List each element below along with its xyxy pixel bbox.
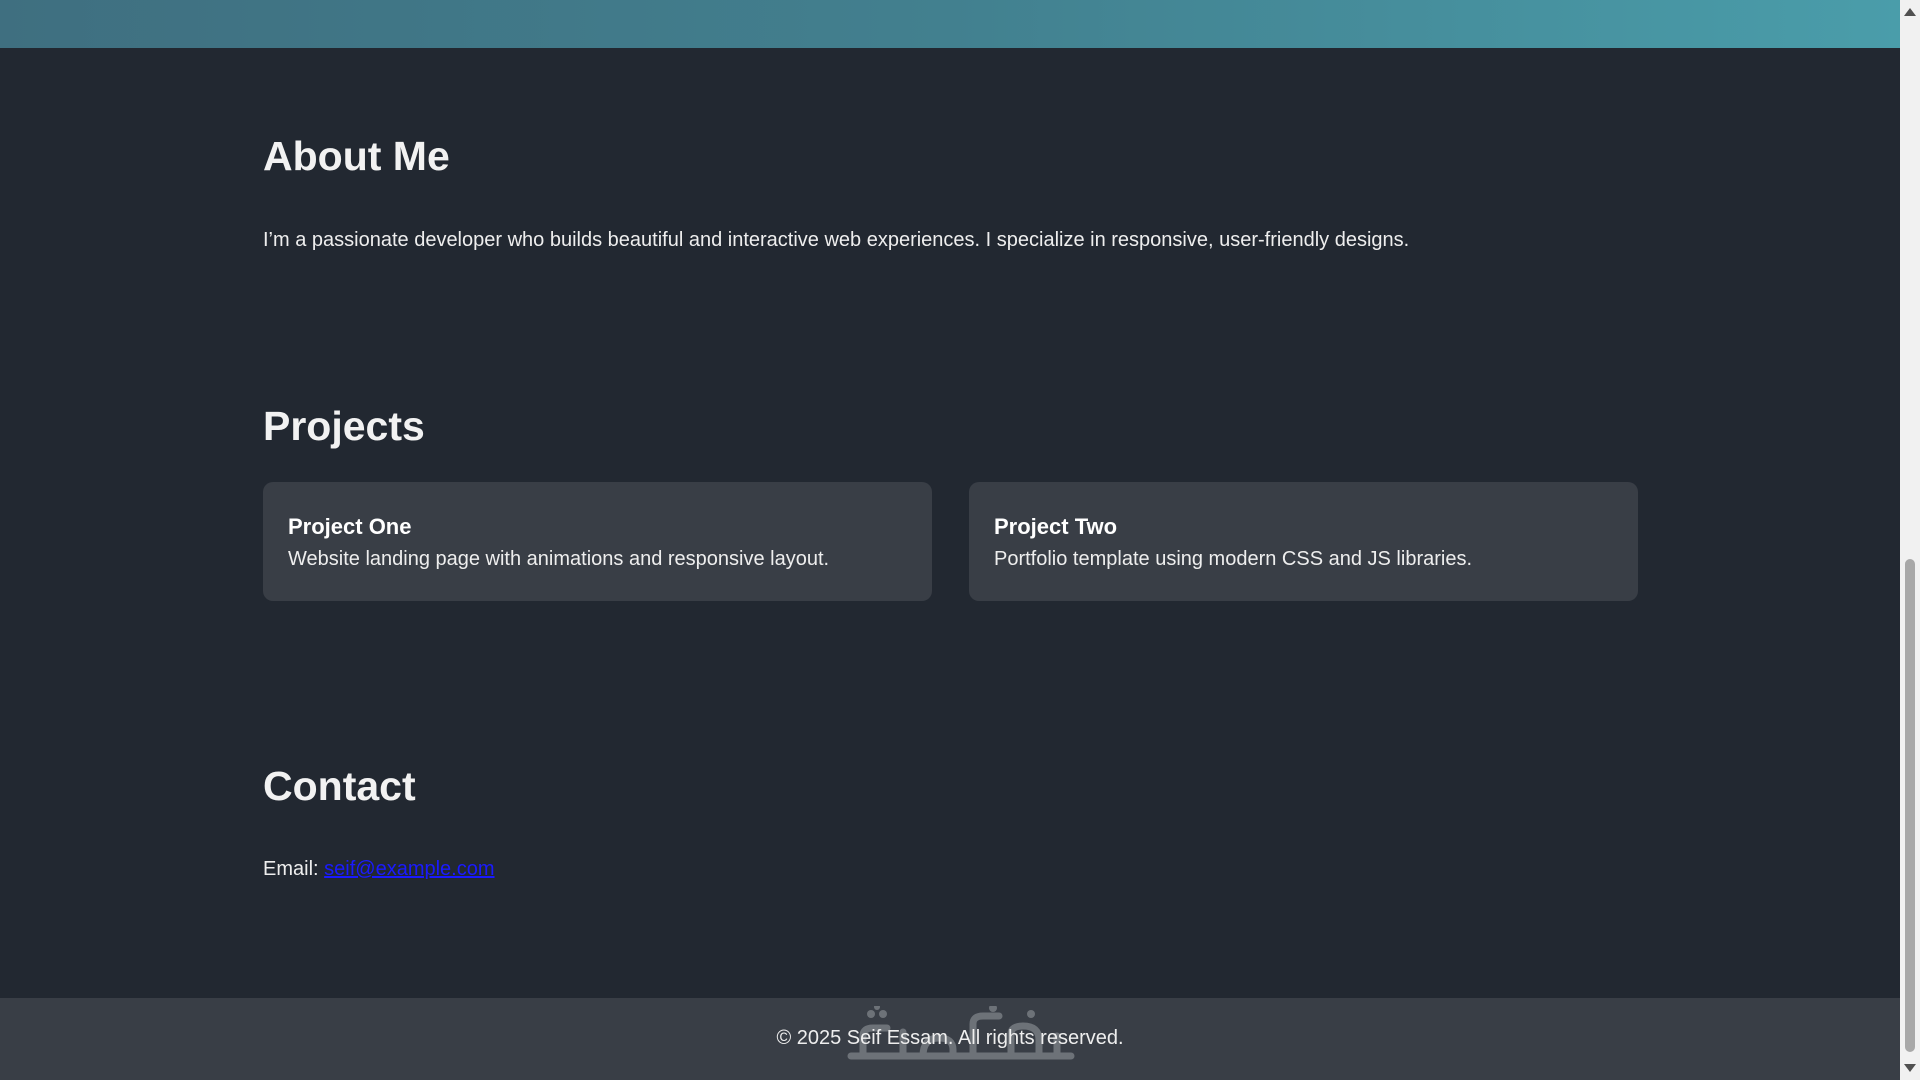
scroll-up-arrow-icon[interactable] (1904, 8, 1916, 16)
project-description: Portfolio template using modern CSS and … (994, 548, 1473, 570)
footer: © 2025 Seif Essam. All rights reserved. (0, 998, 1900, 1080)
page: About Me I’m a passionate developer who … (0, 0, 1900, 1080)
project-title: Project One (288, 514, 412, 539)
contact-heading: Contact (263, 763, 416, 809)
project-description: Website landing page with animations and… (288, 548, 830, 570)
contact-section: Contact Email: seif@example.com (263, 758, 1638, 883)
about-heading: About Me (263, 133, 450, 179)
scrollbar-thumb[interactable] (1905, 559, 1915, 1052)
project-title: Project Two (994, 514, 1118, 539)
vertical-scrollbar[interactable] (1900, 0, 1920, 1080)
about-section: About Me I’m a passionate developer who … (263, 128, 1638, 254)
project-cards: Project One Website landing page with an… (263, 482, 1638, 601)
email-link[interactable]: seif@example.com (324, 858, 494, 880)
projects-section: Projects Project One Website landing pag… (263, 398, 1638, 601)
project-card[interactable]: Project Two Portfolio template using mod… (969, 482, 1638, 601)
contact-email-line: Email: seif@example.com (263, 855, 1638, 883)
project-card[interactable]: Project One Website landing page with an… (263, 482, 932, 601)
scroll-down-arrow-icon[interactable] (1904, 1064, 1916, 1072)
header-gradient-band (0, 0, 1900, 48)
projects-heading: Projects (263, 403, 425, 449)
email-label: Email: (263, 858, 319, 880)
footer-copyright: © 2025 Seif Essam. All rights reserved. (776, 1027, 1124, 1049)
about-text: I’m a passionate developer who builds be… (263, 229, 1410, 251)
